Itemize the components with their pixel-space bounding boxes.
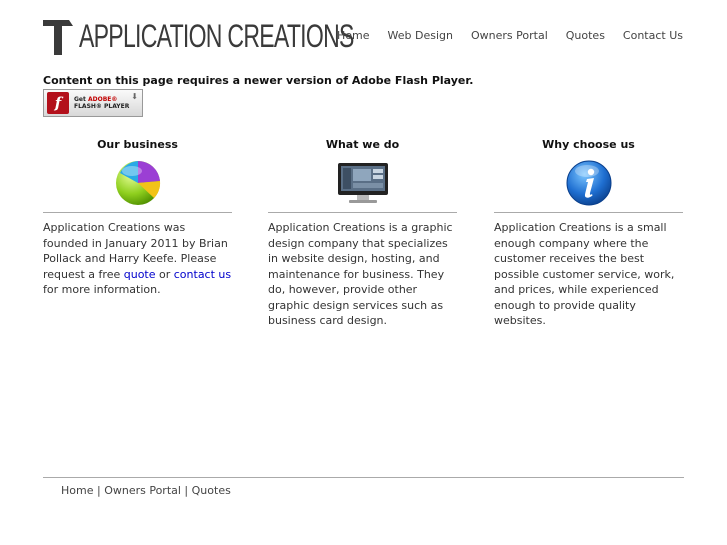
- hammer-logo-icon: [43, 20, 73, 55]
- footer-divider: [43, 477, 684, 478]
- footer-nav: Home | Owners Portal | Quotes: [61, 484, 231, 497]
- nav-owners-portal[interactable]: Owners Portal: [471, 29, 548, 43]
- monitor-icon: [337, 163, 388, 203]
- column-divider: [494, 212, 683, 213]
- nav-web-design[interactable]: Web Design: [388, 29, 453, 43]
- column-title: What we do: [325, 138, 400, 151]
- flash-button-label: Get ADOBE® FLASH® PLAYER: [74, 96, 129, 110]
- info-icon: [566, 160, 611, 206]
- flash-notice: Content on this page requires a newer ve…: [43, 74, 474, 87]
- download-arrow-icon: ⬇: [131, 92, 138, 101]
- text-segment: or: [155, 267, 174, 281]
- column-text: Application Creations is a small enough …: [494, 221, 675, 327]
- column-divider: [43, 212, 232, 213]
- nav-quotes[interactable]: Quotes: [566, 29, 605, 43]
- pie-chart-icon: [115, 160, 160, 205]
- flash-logo-icon: f: [47, 92, 69, 114]
- footer-quotes-link[interactable]: Quotes: [192, 484, 231, 497]
- column-title: Our business: [97, 138, 178, 151]
- logo-text: APPLICATION CREATIONS: [79, 18, 354, 54]
- quote-link[interactable]: quote: [124, 268, 156, 281]
- footer-separator: |: [93, 484, 105, 497]
- footer-owners-portal-link[interactable]: Owners Portal: [104, 484, 181, 497]
- footer-separator: |: [180, 484, 192, 497]
- column-what-we-do: What we do Application Creations is a gr…: [268, 138, 457, 329]
- text-segment: for more information.: [43, 283, 161, 296]
- nav-contact-us[interactable]: Contact Us: [623, 29, 683, 43]
- flash-player-text: FLASH® PLAYER: [74, 103, 130, 110]
- get-flash-player-button[interactable]: f Get ADOBE® FLASH® PLAYER ⬇: [43, 89, 143, 117]
- column-text: Application Creations is a graphic desig…: [268, 221, 453, 327]
- column-title: Why choose us: [542, 138, 635, 151]
- main-nav: Home Web Design Owners Portal Quotes Con…: [319, 29, 683, 43]
- contact-us-link[interactable]: contact us: [174, 268, 231, 281]
- column-text: Application Creations was founded in Jan…: [43, 220, 232, 298]
- column-divider: [268, 212, 457, 213]
- column-our-business: Our business Application Creations was f…: [43, 138, 232, 298]
- flash-adobe-text: ADOBE®: [87, 96, 118, 103]
- column-why-choose-us: Why choose us Application Creations is a…: [494, 138, 683, 329]
- footer-home-link[interactable]: Home: [61, 484, 93, 497]
- nav-home[interactable]: Home: [337, 29, 369, 43]
- flash-get-text: Get: [74, 96, 86, 103]
